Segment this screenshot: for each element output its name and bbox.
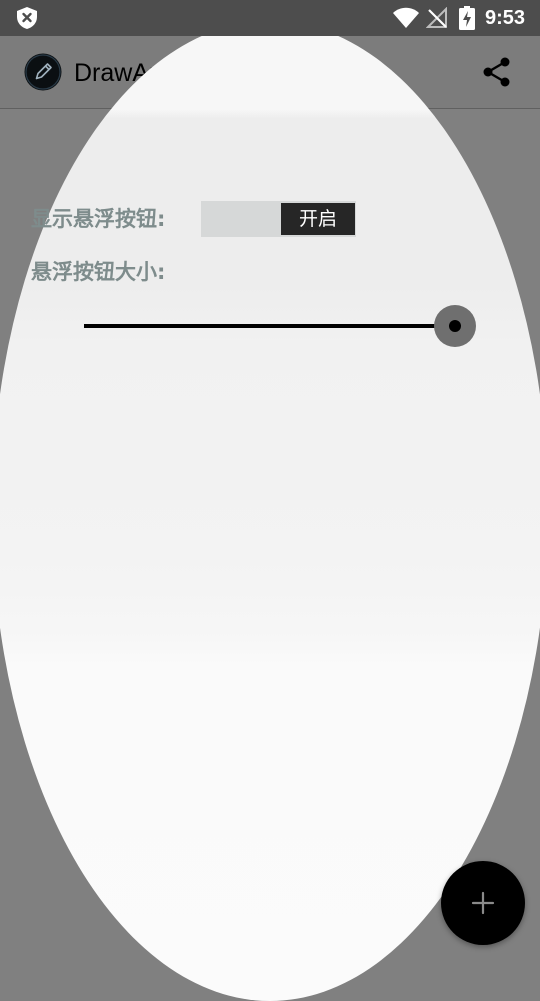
toggle-thumb: 开启 (281, 203, 355, 235)
status-bar: 9:53 (0, 0, 540, 36)
plus-icon (471, 891, 495, 915)
settings-panel: 显示悬浮按钮: 开启 悬浮按钮大小: (0, 0, 540, 960)
no-signal-icon (426, 7, 447, 28)
status-time: 9:53 (485, 7, 526, 29)
shield-x-icon (17, 7, 37, 29)
show-floating-button-toggle[interactable]: 开启 (201, 201, 356, 237)
floating-button-size-slider[interactable] (84, 305, 478, 347)
battery-charging-icon (459, 6, 475, 30)
slider-track (84, 324, 456, 328)
show-floating-button-label: 显示悬浮按钮: (31, 207, 166, 231)
floating-button-size-label: 悬浮按钮大小: (31, 260, 166, 284)
wifi-icon (393, 7, 419, 28)
add-floating-action-button[interactable] (441, 861, 525, 945)
slider-thumb[interactable] (449, 320, 461, 332)
